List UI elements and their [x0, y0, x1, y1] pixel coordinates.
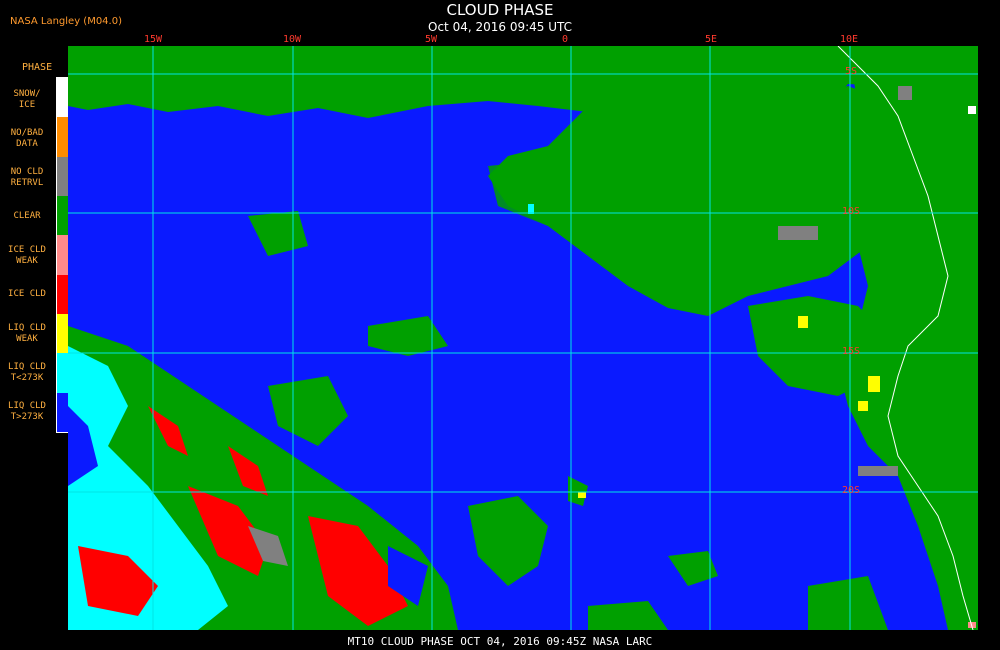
legend-label-ice-cld: ICE CLD — [8, 289, 46, 299]
legend-label-liq-cld-weak: LIQ CLD WEAK — [8, 323, 46, 344]
legend-label-snow-ice: SNOW/ ICE — [13, 89, 41, 110]
legend-label-no-cld-retrvl: NO CLD RETRVL — [10, 167, 44, 188]
timestamp: Oct 04, 2016 09:45 UTC — [428, 20, 572, 34]
lon-label-0: 0 — [562, 34, 569, 45]
lon-label-10w: 10W — [283, 34, 302, 45]
legend-label-liq-cld-warm: LIQ CLD T>273K — [8, 401, 46, 422]
legend-label-no-bad-data: NO/BAD DATA — [10, 128, 44, 149]
lon-label-15w: 15W — [144, 34, 163, 45]
legend-title: PHASE — [22, 62, 53, 73]
lat-label-10s: 10S — [842, 206, 861, 217]
lat-label-15s: 15S — [842, 346, 861, 357]
footer-caption: MT10 CLOUD PHASE OCT 04, 2016 09:45Z NAS… — [347, 635, 653, 648]
lat-label-20s: 20S — [842, 485, 861, 496]
map-title: CLOUD PHASE — [446, 1, 554, 19]
cloud-phase-map — [68, 46, 978, 630]
legend-label-ice-cld-weak: ICE CLD WEAK — [8, 245, 46, 266]
legend-label-clear: CLEAR — [13, 211, 41, 221]
legend-label-liq-cld-cold: LIQ CLD T<273K — [8, 362, 46, 383]
lon-label-5w: 5W — [425, 34, 438, 45]
map-image — [68, 46, 978, 630]
lon-label-10e: 10E — [840, 34, 859, 45]
lon-label-5e: 5E — [705, 34, 718, 45]
lat-label-5s: 5S — [845, 66, 858, 77]
